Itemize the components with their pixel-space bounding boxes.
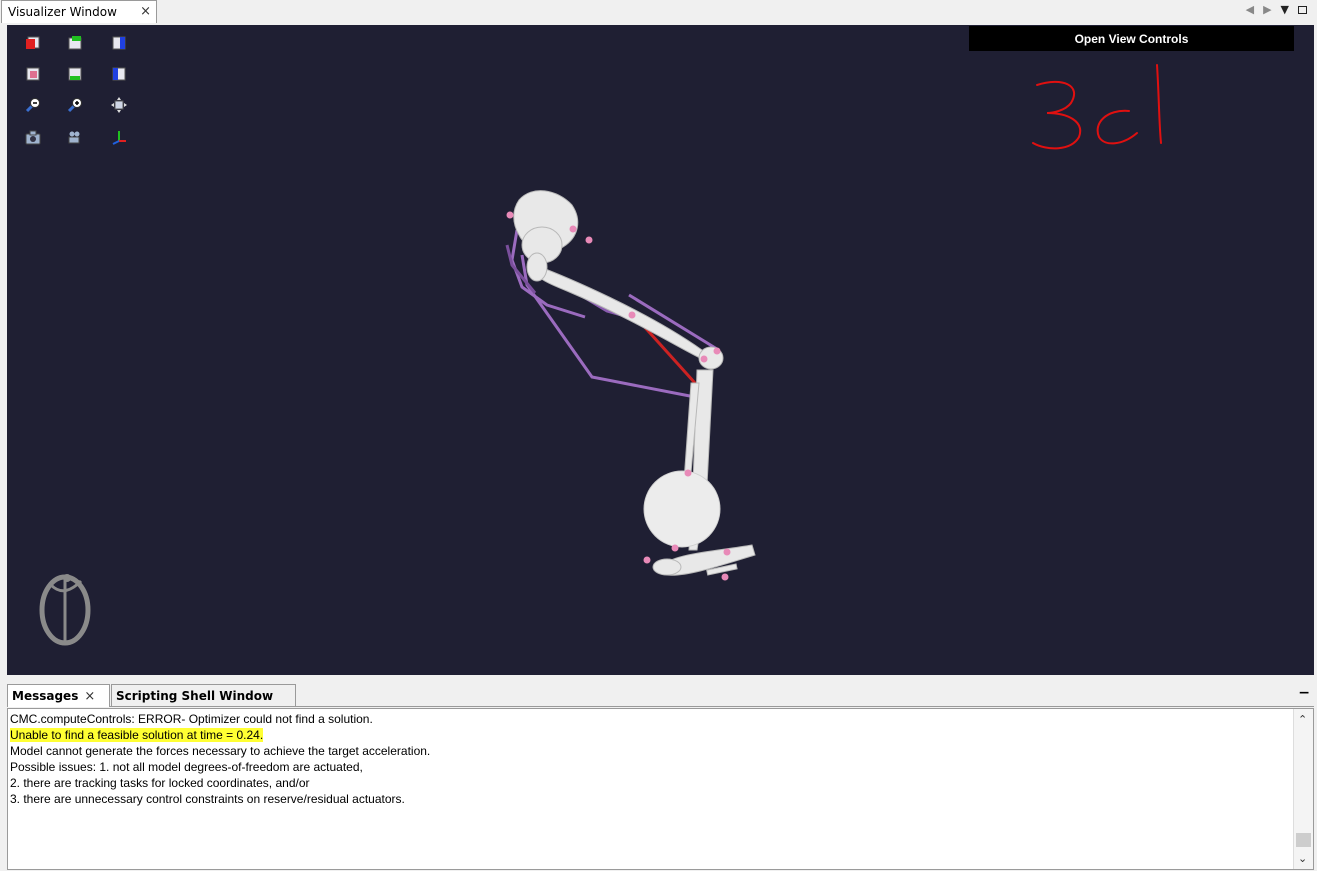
output-tab-bar: Messages × Scripting Shell Window − [7, 683, 1314, 707]
message-line-highlighted: Unable to find a feasible solution at ti… [10, 727, 430, 743]
highlighted-text: Unable to find a feasible solution at ti… [10, 728, 264, 742]
view-right-icon[interactable] [111, 35, 127, 51]
tab-visualizer-window[interactable]: Visualizer Window × [1, 0, 157, 23]
close-icon[interactable]: × [84, 689, 95, 704]
tab-messages[interactable]: Messages × [7, 684, 110, 707]
skeleton [513, 190, 756, 576]
view-front-icon[interactable] [25, 35, 41, 51]
view-left-icon[interactable] [111, 66, 127, 82]
record-movie-icon[interactable] [67, 129, 83, 145]
message-line: CMC.computeControls: ERROR- Optimizer co… [10, 712, 373, 726]
maximize-window-icon[interactable] [1298, 5, 1307, 14]
tab-list-dropdown-icon[interactable]: ▼ [1281, 3, 1289, 16]
close-icon[interactable]: × [140, 4, 151, 19]
scroll-tabs-left-icon[interactable]: ◀ [1246, 3, 1254, 16]
message-line: 3. there are unnecessary control constra… [10, 792, 405, 806]
handwritten-annotation [1032, 64, 1162, 150]
messages-output[interactable]: CMC.computeControls: ERROR- Optimizer co… [7, 708, 1314, 870]
tab-label: Messages [12, 689, 79, 703]
view-bottom-icon[interactable] [67, 66, 83, 82]
minimize-icon[interactable]: − [1298, 685, 1310, 701]
scroll-up-icon[interactable]: ⌃ [1298, 713, 1307, 726]
snapshot-camera-icon[interactable] [25, 129, 41, 145]
open-view-controls-button[interactable]: Open View Controls [969, 26, 1294, 51]
message-line: Possible issues: 1. not all model degree… [10, 760, 363, 774]
opensim-logo [39, 574, 91, 646]
axes-toggle-icon[interactable] [111, 129, 127, 145]
model-scene [39, 64, 1162, 646]
scroll-down-icon[interactable]: ⌄ [1298, 852, 1307, 865]
zoom-out-icon[interactable] [25, 97, 41, 113]
scroll-tabs-right-icon[interactable]: ▶ [1263, 3, 1271, 16]
scrollbar-thumb[interactable] [1296, 833, 1311, 847]
window-controls: ◀ ▶ ▼ [1246, 3, 1307, 16]
visualizer-viewport[interactable]: Open View Controls [7, 25, 1314, 675]
tab-scripting-shell[interactable]: Scripting Shell Window [111, 684, 296, 706]
view-top-icon[interactable] [67, 35, 83, 51]
message-log: CMC.computeControls: ERROR- Optimizer co… [10, 711, 430, 807]
message-line: Model cannot generate the forces necessa… [10, 744, 431, 758]
view-back-icon[interactable] [25, 66, 41, 82]
message-line: 2. there are tracking tasks for locked c… [10, 776, 310, 790]
window-tab-bar: Visualizer Window × ◀ ▶ ▼ [0, 0, 1317, 24]
fit-view-icon[interactable] [111, 97, 127, 113]
tab-label: Scripting Shell Window [116, 688, 274, 703]
tab-label: Visualizer Window [8, 5, 117, 19]
zoom-in-icon[interactable] [67, 97, 83, 113]
vertical-scrollbar[interactable]: ⌃ ⌄ [1293, 709, 1313, 869]
